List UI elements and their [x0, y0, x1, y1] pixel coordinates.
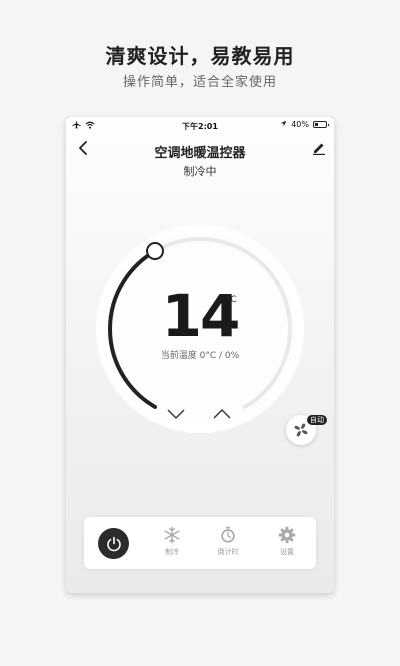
fan-auto-badge: 自动 — [307, 415, 327, 425]
snowflake-icon — [164, 526, 180, 544]
current-temperature: 当前温度 0°C / 0% — [160, 351, 240, 361]
settings-button[interactable]: 设置 — [267, 526, 307, 557]
mode-status: 制冷中 — [183, 165, 217, 178]
page-title: 空调地暖温控器 — [154, 146, 246, 161]
pencil-icon — [313, 143, 325, 155]
set-temperature: 14 — [161, 282, 241, 350]
countdown-button[interactable]: 倒计时 — [208, 526, 248, 557]
battery-icon — [313, 121, 329, 128]
promo-subtitle: 操作简单，适合全家使用 — [122, 75, 277, 90]
chevron-down-icon — [167, 409, 185, 419]
phone-screen: 下午2:01 40% 空调地暖温控器 制冷中 14 °C 当前温度 0°C / … — [66, 117, 334, 593]
power-icon — [106, 536, 121, 551]
dial-knob[interactable] — [146, 242, 164, 261]
location-arrow-icon — [280, 120, 287, 129]
control-bar: 制冷 倒计时 设置 — [84, 517, 316, 569]
cool-mode-label: 制冷 — [165, 548, 179, 556]
fan-icon — [294, 423, 308, 437]
settings-label: 设置 — [280, 548, 294, 556]
decrease-temp-button[interactable] — [165, 407, 187, 421]
countdown-label: 倒计时 — [217, 548, 239, 556]
edit-button[interactable] — [310, 139, 328, 157]
gear-icon — [278, 526, 296, 544]
status-bar: 下午2:01 40% — [66, 117, 334, 135]
power-button[interactable] — [98, 528, 129, 559]
temperature-unit: °C — [226, 295, 237, 305]
cool-mode-button[interactable]: 制冷 — [152, 526, 192, 557]
battery-percent: 40% — [291, 120, 309, 129]
promo-title: 清爽设计，易教易用 — [105, 44, 295, 68]
increase-temp-button[interactable] — [211, 407, 233, 421]
chevron-up-icon — [213, 409, 231, 419]
stopwatch-icon — [221, 526, 235, 543]
